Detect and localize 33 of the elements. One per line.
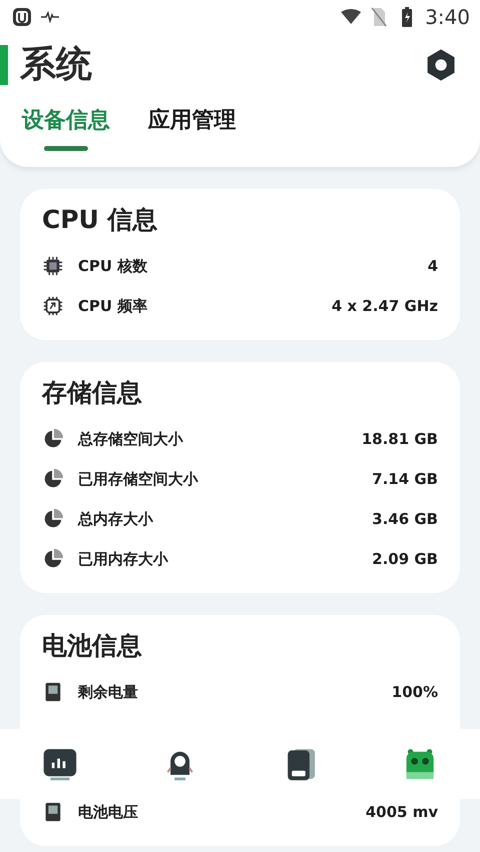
card-title: 存储信息 [42, 377, 143, 409]
info-label: 总内存大小 [78, 510, 154, 528]
chip-icon [42, 295, 64, 317]
info-value: 100% [392, 683, 438, 701]
status-time: 3:40 [425, 5, 470, 29]
chip-icon [42, 255, 64, 277]
info-label: 已用存储空间大小 [78, 470, 200, 488]
info-label: 剩余电量 [78, 682, 139, 702]
no-sim-icon [369, 7, 390, 27]
info-value: 2.09 GB [372, 550, 438, 568]
app-logo-icon [12, 7, 32, 27]
info-value: 3.46 GB [372, 510, 438, 528]
info-value: 18.81 GB [362, 430, 438, 448]
pie-chart-icon [42, 468, 64, 490]
accent-bar [0, 44, 8, 84]
info-value: 7.14 GB [372, 470, 438, 488]
info-value: 4005 mv [366, 803, 438, 821]
tab[interactable]: 设备信息 [22, 105, 110, 155]
info-value: 4 x 2.47 GHz [332, 297, 438, 315]
card-title: 电池信息 [42, 630, 143, 662]
info-label: 已用内存大小 [78, 550, 170, 568]
info-label: 总存储空间大小 [78, 430, 184, 448]
pie-chart-icon [42, 428, 64, 450]
tab[interactable]: 应用管理 [148, 105, 236, 155]
pie-chart-icon [42, 508, 64, 530]
pulse-icon [40, 11, 60, 23]
info-label: CPU 频率 [78, 296, 148, 316]
pie-chart-icon [42, 548, 64, 570]
info-label: 电池电压 [78, 802, 139, 822]
page-title: 系统 [20, 43, 92, 87]
card-title: CPU 信息 [42, 204, 159, 236]
info-label: CPU 核数 [78, 256, 148, 276]
info-value: 4 [428, 257, 438, 275]
